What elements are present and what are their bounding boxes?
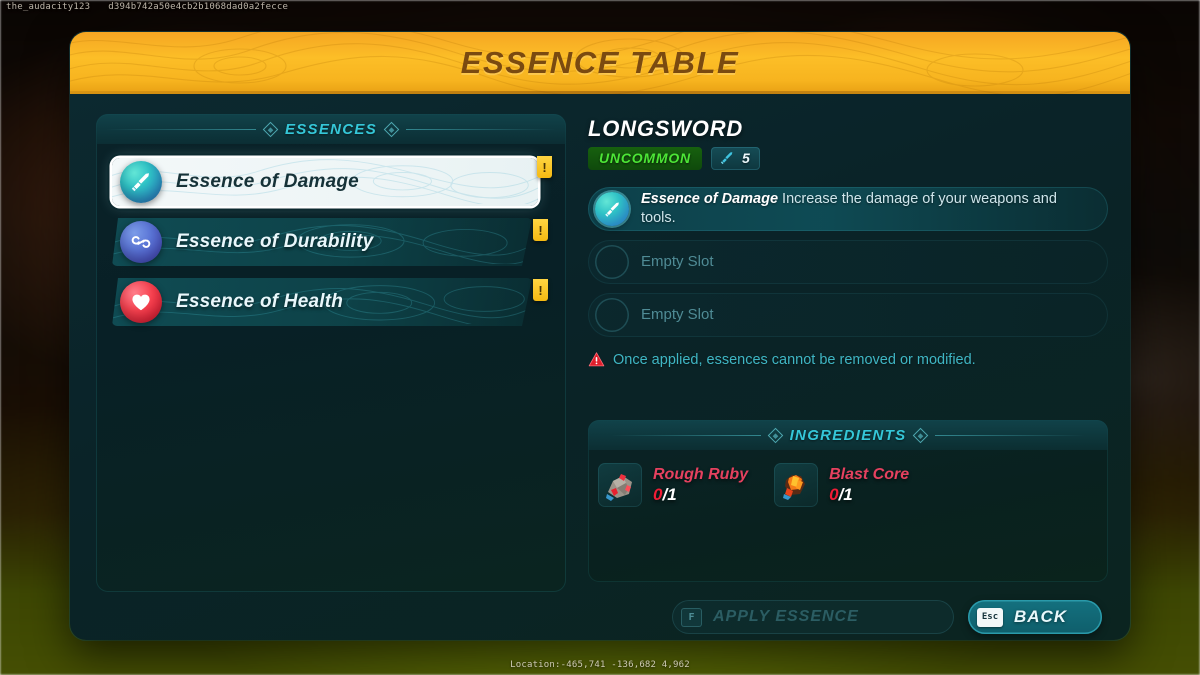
essence-icon-health (120, 281, 162, 323)
window-footer: F APPLY ESSENCE Esc BACK (70, 592, 1130, 640)
diamond-ornament-icon (262, 121, 279, 137)
essence-list-item-durability[interactable]: Essence of Durability ! (112, 218, 552, 266)
ingredient-have: 0 (829, 484, 839, 504)
apply-key-hint: F (681, 607, 702, 627)
warning-badge-text: ! (538, 222, 543, 238)
blast-core-icon (783, 475, 806, 500)
essence-warning-badge: ! (533, 279, 548, 301)
damage-stat-value: 5 (741, 150, 750, 166)
slot-essence-title: Essence of Damage (641, 191, 779, 208)
warning-badge-text: ! (542, 159, 547, 175)
debug-overlay: the_audacity123 d394b742a50e4cb2b1068dad… (6, 2, 288, 12)
ingredients-heading: INGREDIENTS (789, 426, 907, 444)
empty-slot-label: Empty Slot (641, 306, 714, 324)
ingredient-name: Blast Core (829, 465, 910, 483)
divider-right (935, 434, 1086, 436)
item-meta-row: UNCOMMON 5 (588, 147, 1108, 170)
essence-icon-damage (120, 161, 162, 203)
essence-list-item-health[interactable]: Essence of Health ! (112, 278, 552, 326)
rough-ruby-icon (606, 474, 632, 501)
sword-icon (604, 202, 619, 217)
warning-badge-text: ! (538, 282, 543, 298)
window-body: ESSENCES Essence of Damage ! Essence of … (70, 94, 1130, 592)
ingredient-icon-slot (598, 463, 642, 507)
essence-table-window: ESSENCE TABLE ESSENCES Essence of Damage… (70, 32, 1130, 640)
empty-slot-circle-icon (595, 245, 629, 279)
essence-label: Essence of Damage (176, 171, 359, 192)
divider-left (610, 434, 761, 436)
empty-slot-label: Empty Slot (641, 253, 714, 271)
apply-button-label: APPLY ESSENCE (713, 608, 859, 625)
apply-essence-button[interactable]: F APPLY ESSENCE (672, 600, 954, 634)
item-detail-panel: LONGSWORD UNCOMMON 5 Essence of Damage I… (588, 114, 1108, 592)
warning-text: Once applied, essences cannot be removed… (613, 351, 976, 368)
diamond-ornament-icon (913, 427, 929, 443)
warning-triangle-icon (588, 352, 605, 367)
location-readout: Location:-465,741 -136,682 4,962 (510, 660, 690, 670)
diamond-ornament-icon (383, 121, 400, 137)
ingredient-need: /1 (838, 484, 853, 504)
ingredient-info: Blast Core 0/1 (829, 466, 909, 505)
ingredients-panel: INGREDIENTS Rough Ruby 0/1 Blast Core 0/… (588, 420, 1108, 582)
ingredient-name: Rough Ruby (653, 465, 749, 483)
empty-slot-circle-icon (595, 298, 629, 332)
ingredient-count: 0/1 (829, 485, 909, 505)
essences-heading: ESSENCES (284, 120, 378, 138)
slot-essence-icon-damage (595, 192, 629, 226)
essences-section-header: ESSENCES (96, 114, 566, 144)
debug-session-hash: d394b742a50e4cb2b1068dad0a2fecce (108, 2, 289, 12)
ingredient-info: Rough Ruby 0/1 (653, 466, 748, 505)
ingredient-grid: Rough Ruby 0/1 Blast Core 0/1 (588, 450, 1108, 507)
ingredient-rough-ruby[interactable]: Rough Ruby 0/1 (598, 463, 748, 507)
ingredients-section-header: INGREDIENTS (588, 420, 1108, 450)
essence-list: Essence of Damage ! Essence of Durabilit… (96, 144, 566, 326)
irreversible-warning: Once applied, essences cannot be removed… (588, 351, 1108, 368)
essence-slot-1-filled[interactable]: Essence of Damage Increase the damage of… (588, 187, 1108, 231)
ingredient-count: 0/1 (653, 485, 748, 505)
essence-slot-list: Essence of Damage Increase the damage of… (588, 187, 1108, 337)
debug-username: the_audacity123 (6, 2, 91, 12)
slot-description: Essence of Damage Increase the damage of… (641, 190, 1094, 227)
sword-icon (720, 152, 733, 165)
sword-icon (131, 173, 149, 192)
diamond-ornament-icon (767, 427, 783, 443)
essence-icon-durability (120, 221, 162, 263)
heart-icon (132, 294, 150, 311)
essence-warning-badge: ! (533, 219, 548, 241)
item-name: LONGSWORD (588, 116, 744, 141)
rarity-badge: UNCOMMON (588, 147, 702, 170)
essence-slot-3-empty[interactable]: Empty Slot (588, 293, 1108, 337)
damage-stat-badge: 5 (710, 147, 760, 170)
back-button-label: BACK (1014, 607, 1068, 626)
essence-list-item-damage[interactable]: Essence of Damage ! (112, 156, 552, 206)
essence-label: Essence of Durability (176, 231, 374, 252)
page-title: ESSENCE TABLE (460, 45, 740, 80)
divider-right (406, 128, 557, 130)
essence-slot-2-empty[interactable]: Empty Slot (588, 240, 1108, 284)
essence-label: Essence of Health (176, 291, 344, 312)
ingredient-icon-slot (774, 463, 819, 507)
ingredient-need: /1 (662, 484, 677, 504)
back-button[interactable]: Esc BACK (968, 600, 1102, 634)
essence-warning-badge: ! (537, 156, 552, 178)
ingredient-blast-core[interactable]: Blast Core 0/1 (774, 463, 909, 507)
window-titlebar: ESSENCE TABLE (70, 32, 1130, 94)
divider-left (105, 128, 256, 130)
chain-link-icon (131, 236, 151, 248)
back-key-hint: Esc (977, 607, 1003, 627)
essences-panel: ESSENCES Essence of Damage ! Essence of … (96, 114, 566, 592)
